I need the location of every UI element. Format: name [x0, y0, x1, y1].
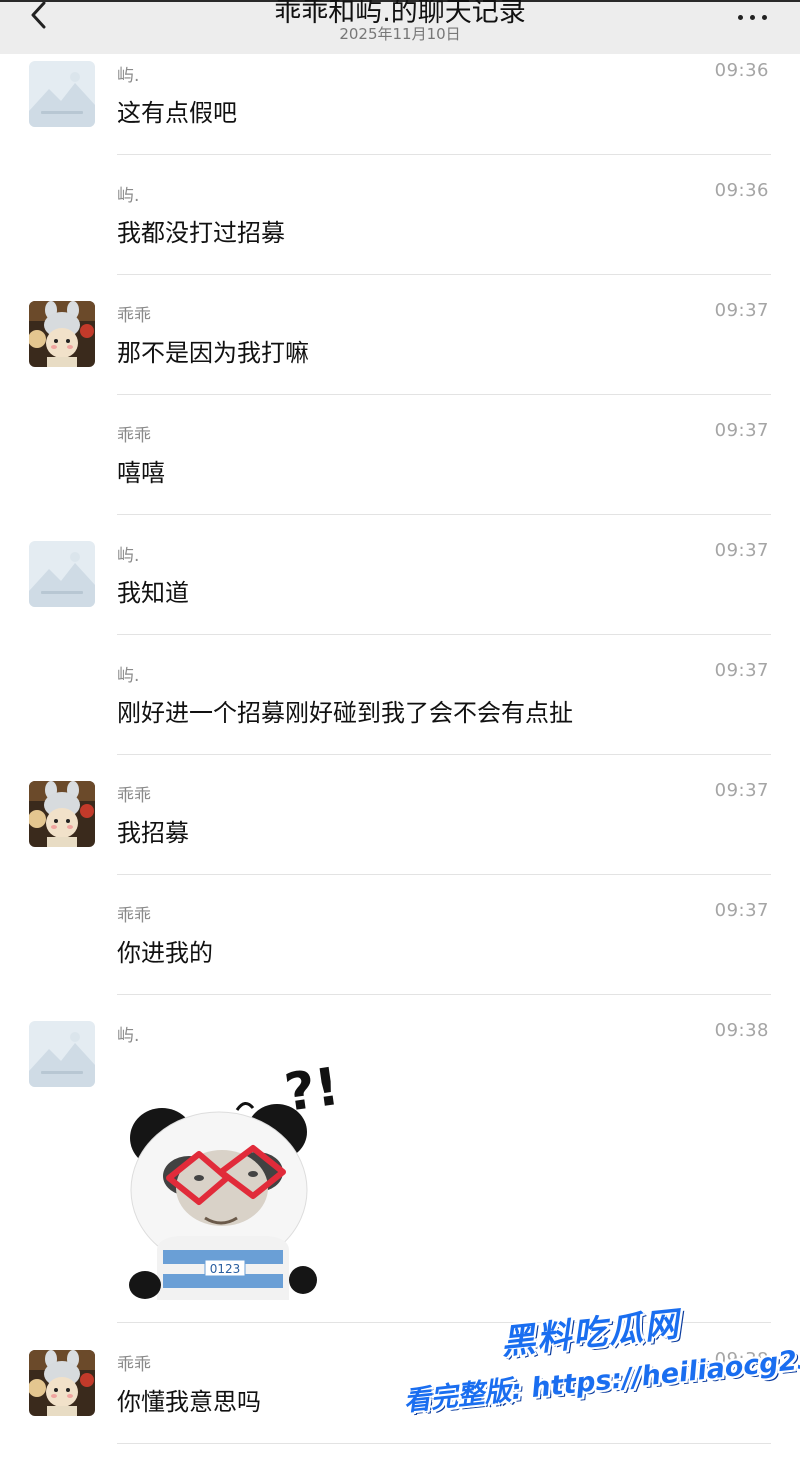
avatar[interactable]	[29, 1350, 95, 1416]
message-text: 刚好进一个招募刚好碰到我了会不会有点扯	[117, 699, 573, 727]
watermark-url: 看完整版: https://heiliaocg23.com	[402, 1335, 800, 1418]
divider	[117, 754, 771, 755]
avatar[interactable]	[29, 61, 95, 127]
sender-name: 屿.	[117, 546, 140, 566]
message-text: 我招募	[117, 819, 189, 847]
sender-name: 乖乖	[117, 786, 151, 806]
divider	[117, 1443, 771, 1444]
more-button[interactable]	[733, 6, 773, 30]
divider	[117, 274, 771, 275]
nav-bar: 乖乖和屿.的聊天记录 2025年11月10日	[0, 0, 800, 54]
sender-name: 乖乖	[117, 426, 151, 446]
divider	[117, 634, 771, 635]
message-text: 你进我的	[117, 939, 213, 967]
watermark-title: 黑料吃瓜网	[499, 1304, 683, 1363]
avatar[interactable]	[29, 301, 95, 367]
shirt-number: 0123	[210, 1262, 241, 1276]
message-time: 09:37	[714, 300, 769, 321]
message-time: 09:36	[714, 60, 769, 81]
sender-name: 乖乖	[117, 306, 151, 326]
message-time: 09:38	[714, 1349, 769, 1370]
message-time: 09:37	[714, 900, 769, 921]
divider	[117, 514, 771, 515]
message-time: 09:37	[714, 540, 769, 561]
avatar[interactable]	[29, 781, 95, 847]
divider	[117, 994, 771, 995]
sender-name: 屿.	[117, 1026, 140, 1046]
message-time: 09:36	[714, 180, 769, 201]
sender-name: 乖乖	[117, 906, 151, 926]
message-text: 这有点假吧	[117, 99, 237, 127]
avatar[interactable]	[29, 1021, 95, 1087]
divider	[117, 154, 771, 155]
message-time: 09:37	[714, 660, 769, 681]
sender-name: 屿.	[117, 186, 140, 206]
divider	[117, 394, 771, 395]
divider	[117, 874, 771, 875]
sender-name: 屿.	[117, 66, 140, 86]
chat-date: 2025年11月10日	[339, 25, 461, 43]
sender-name: 屿.	[117, 666, 140, 686]
sender-name: 乖乖	[117, 1355, 151, 1375]
message-text: 我知道	[117, 579, 189, 607]
message-text: 你懂我意思吗	[117, 1388, 261, 1416]
panda-question-sticker[interactable]: ?! 0123	[117, 1050, 367, 1300]
divider	[117, 1322, 771, 1323]
message-time: 09:37	[714, 780, 769, 801]
avatar[interactable]	[29, 541, 95, 607]
message-text: 嘻嘻	[117, 459, 165, 487]
message-text: 那不是因为我打嘛	[117, 339, 309, 367]
message-time: 09:37	[714, 420, 769, 441]
message-time: 09:38	[714, 1020, 769, 1041]
message-text: 我都没打过招募	[117, 219, 285, 247]
